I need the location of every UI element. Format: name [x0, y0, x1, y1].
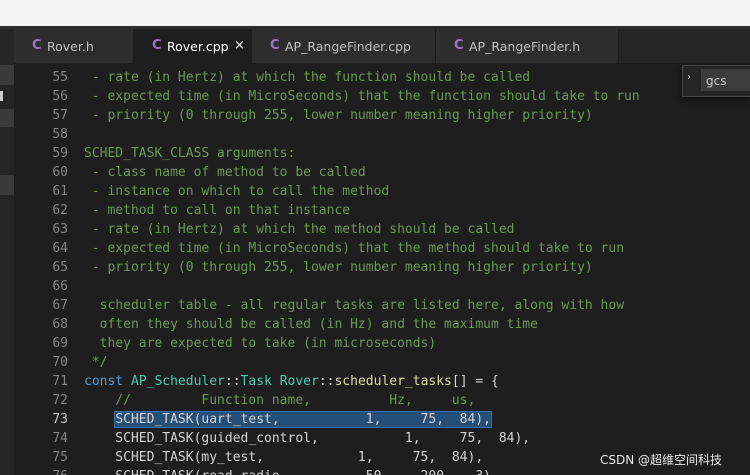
code-line: - method to call on that instance: [84, 203, 351, 218]
line-number: 65: [52, 260, 68, 275]
line-number: 60: [52, 165, 68, 180]
selection-highlight[interactable]: SCHED_TASK(uart_test, 1, 75, 84),: [114, 411, 492, 428]
line-number: 69: [52, 336, 68, 351]
c-file-icon: C: [152, 38, 162, 53]
scope-operator: ::: [224, 374, 241, 389]
function-name: scheduler_tasks: [334, 374, 452, 389]
code-punctuation: [] = {: [451, 374, 499, 389]
title-bar: [0, 0, 750, 30]
code-line: they are expected to take (in microsecon…: [84, 336, 437, 351]
line-number: 67: [52, 298, 68, 313]
code-line: SCHED_TASK(read_radio, 50, 200, 3),: [84, 467, 499, 475]
watermark: CSDN @超维空间科技: [600, 453, 723, 467]
close-icon[interactable]: ×: [234, 38, 245, 53]
tab-label: Rover.cpp: [167, 39, 229, 54]
line-number: 59: [52, 146, 68, 161]
tab-ap-rangefinder-cpp[interactable]: C AP_RangeFinder.cpp: [252, 29, 436, 63]
code-line: SCHED_TASK(my_test, 1, 75, 84),: [84, 450, 484, 465]
line-number: 56: [52, 89, 68, 104]
type-name: AP_Scheduler: [130, 374, 225, 389]
c-file-icon: C: [32, 38, 42, 53]
line-number-current: 73: [52, 412, 68, 427]
line-number: 55: [52, 70, 68, 85]
code-line: often they should be called (in Hz) and …: [84, 317, 538, 332]
line-number: 64: [52, 241, 68, 256]
editor-tabs: C Rover.h C Rover.cpp × C AP_RangeFinder…: [14, 29, 750, 63]
explorer-item[interactable]: [0, 175, 14, 195]
line-number-gutter: 55 56 57 58 59 60 61 62 63 64 65 66 67 6…: [14, 63, 68, 475]
code-line: - class name of method to be called: [84, 165, 366, 180]
scope-operator: ::: [318, 374, 335, 389]
line-number: 61: [52, 184, 68, 199]
type-name: Rover: [279, 374, 319, 389]
line-number: 62: [52, 203, 68, 218]
tab-ap-rangefinder-h[interactable]: C AP_RangeFinder.h: [436, 29, 619, 63]
keyword: const: [84, 374, 131, 389]
code-line: - priority (0 through 255, lower number …: [84, 108, 593, 123]
line-number: 63: [52, 222, 68, 237]
activity-bar: [0, 29, 15, 475]
tab-label: Rover.h: [47, 39, 94, 54]
code-line: - instance on which to call the method: [84, 184, 390, 199]
explorer-marker: [0, 91, 3, 101]
c-file-icon: C: [454, 38, 464, 53]
code-line: scheduler table - all regular tasks are …: [84, 298, 625, 313]
find-input[interactable]: gcs: [701, 69, 750, 91]
tab-rover-h[interactable]: C Rover.h: [14, 29, 134, 63]
type-name: Task: [240, 374, 280, 389]
explorer-item[interactable]: [0, 65, 14, 85]
code-line: SCHED_TASK_CLASS arguments:: [84, 146, 296, 161]
line-number: 74: [52, 431, 68, 446]
explorer-item[interactable]: [0, 109, 14, 127]
code-line: - expected time (in MicroSeconds) that t…: [84, 89, 640, 104]
tab-label: AP_RangeFinder.cpp: [285, 39, 411, 54]
line-number: 58: [52, 127, 68, 142]
line-number: 66: [52, 279, 68, 294]
code-line: SCHED_TASK(guided_control, 1, 75, 84),: [84, 431, 531, 446]
code-line: - priority (0 through 255, lower number …: [84, 260, 593, 275]
line-number: 76: [14, 467, 68, 475]
chevron-right-icon[interactable]: ›: [687, 72, 691, 83]
line-number: 72: [52, 393, 68, 408]
code-editor[interactable]: 55 56 57 58 59 60 61 62 63 64 65 66 67 6…: [14, 63, 750, 475]
line-number: 71: [52, 374, 68, 389]
code-line-current: SCHED_TASK(uart_test, 1, 75, 84),: [84, 410, 492, 429]
code-line: // Function name, Hz, us,: [84, 393, 476, 408]
code-line: - expected time (in MicroSeconds) that t…: [84, 241, 625, 256]
code-line: const AP_Scheduler::Task Rover::schedule…: [84, 372, 499, 391]
code-line: */: [84, 355, 108, 370]
tab-rover-cpp[interactable]: C Rover.cpp ×: [134, 29, 252, 63]
line-number: 70: [52, 355, 68, 370]
code-content[interactable]: - rate (in Hertz) at which the function …: [84, 63, 750, 475]
line-number: 75: [52, 450, 68, 465]
c-file-icon: C: [270, 38, 280, 53]
code-line: - rate (in Hertz) at which the method sh…: [84, 222, 515, 237]
line-number: 57: [52, 108, 68, 123]
tab-label: AP_RangeFinder.h: [469, 39, 581, 54]
line-number: 68: [52, 317, 68, 332]
find-widget: › gcs: [682, 65, 750, 97]
code-line: - rate (in Hertz) at which the function …: [84, 70, 531, 85]
